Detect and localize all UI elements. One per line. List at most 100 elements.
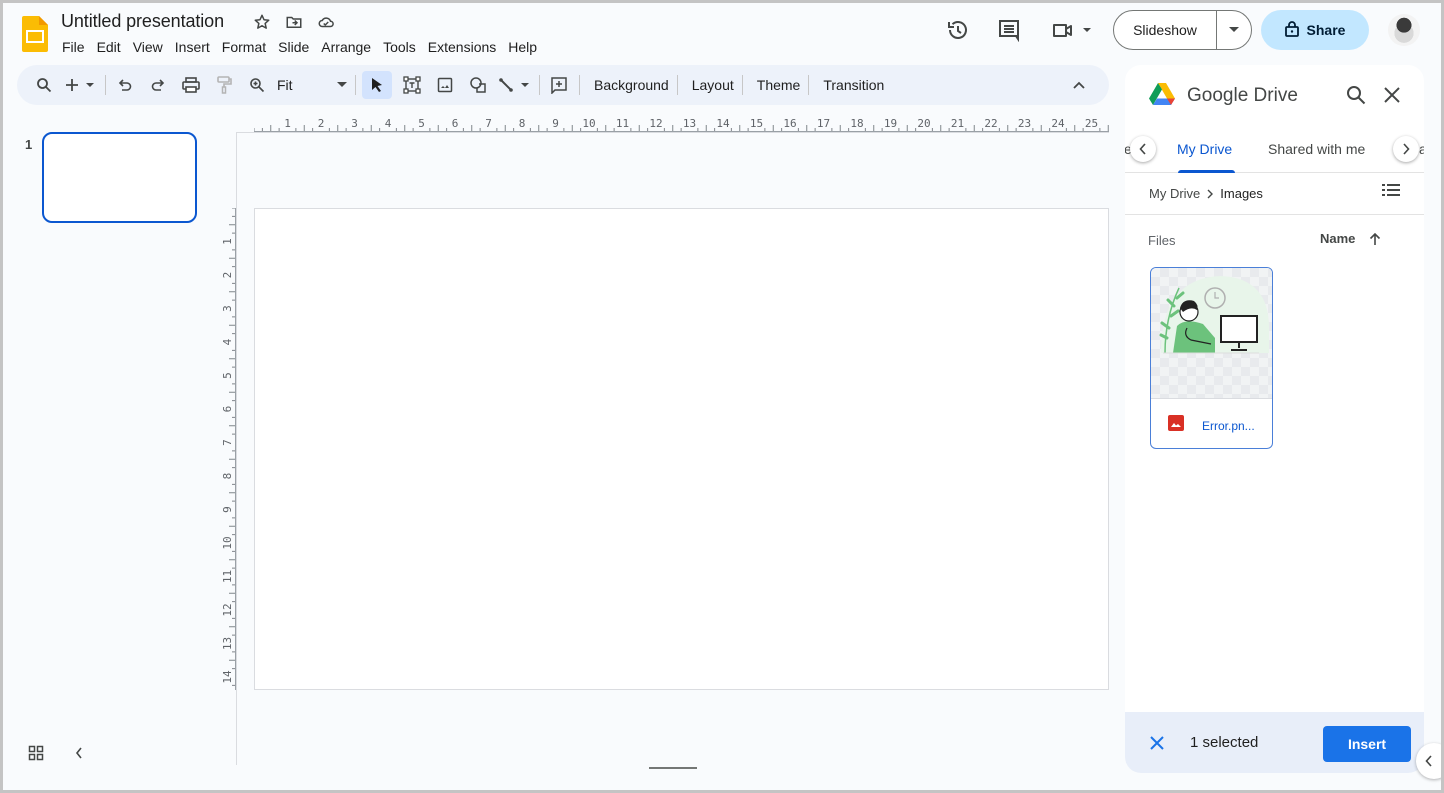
layout-button[interactable]: Layout: [684, 77, 742, 93]
tab-partial-right[interactable]: a: [1419, 141, 1424, 157]
cloud-saved-icon[interactable]: [316, 12, 336, 32]
slides-logo-icon[interactable]: [22, 16, 48, 52]
menu-tools[interactable]: Tools: [377, 37, 422, 58]
breadcrumb-images: Images: [1220, 186, 1263, 201]
menu-slide[interactable]: Slide: [272, 37, 315, 58]
add-comment-icon[interactable]: [546, 71, 572, 99]
slideshow-dropdown-icon[interactable]: [1217, 27, 1251, 33]
slideshow-label[interactable]: Slideshow: [1114, 11, 1217, 49]
sort-label[interactable]: Name: [1320, 231, 1355, 246]
ruler-label: 15: [750, 117, 763, 130]
ruler-label: 7: [221, 439, 234, 446]
arrow-up-icon[interactable]: [1369, 232, 1381, 246]
ruler-label: 6: [452, 117, 459, 130]
ruler-label: 11: [616, 117, 629, 130]
search-icon[interactable]: [1345, 84, 1367, 106]
shape-icon[interactable]: [465, 71, 491, 99]
background-button[interactable]: Background: [586, 77, 677, 93]
ruler-label: 4: [221, 338, 234, 345]
filmstrip-divider[interactable]: [236, 132, 237, 765]
share-button[interactable]: Share: [1261, 10, 1369, 50]
menu-arrange[interactable]: Arrange: [315, 37, 377, 58]
insert-image-icon[interactable]: [432, 71, 458, 99]
undo-icon[interactable]: [112, 71, 138, 99]
ruler-label: 21: [951, 117, 964, 130]
print-icon[interactable]: [178, 71, 204, 99]
chevron-right-icon: [1207, 189, 1214, 198]
ruler-label: 10: [582, 117, 595, 130]
breadcrumb-my-drive[interactable]: My Drive: [1149, 186, 1200, 201]
zoom-select[interactable]: Fit: [277, 77, 347, 93]
ruler-label: 5: [221, 372, 234, 379]
ruler-label: 14: [221, 670, 234, 684]
select-cursor-icon[interactable]: [362, 71, 392, 99]
selection-count: 1 selected: [1190, 734, 1259, 751]
ruler-label: 9: [221, 506, 234, 513]
ruler-label: 17: [817, 117, 830, 130]
transition-button[interactable]: Transition: [815, 77, 892, 93]
breadcrumb: My Drive Images: [1149, 186, 1263, 201]
avatar[interactable]: [1388, 14, 1420, 46]
close-icon[interactable]: [1381, 84, 1403, 106]
list-view-icon[interactable]: [1381, 183, 1403, 201]
redo-icon[interactable]: [145, 71, 171, 99]
menu-help[interactable]: Help: [502, 37, 543, 58]
ruler-label: 12: [649, 117, 662, 130]
horizontal-ruler[interactable]: 1 2 3 4 5 6 7 8 9 10 11 12 13 14 15 16 17 18 19 20 21 22 23 24 2…: [254, 114, 1109, 132]
menu-format[interactable]: Format: [216, 37, 272, 58]
side-panel-toggle-icon[interactable]: [1416, 743, 1444, 779]
ruler-label: 25: [1085, 117, 1098, 130]
toolbar: Fit Background Layout Theme Transition: [17, 65, 1109, 105]
move-to-folder-icon[interactable]: [284, 12, 304, 32]
comments-icon[interactable]: [997, 18, 1021, 42]
text-box-icon[interactable]: [399, 71, 425, 99]
tab-my-drive[interactable]: My Drive: [1177, 141, 1232, 157]
meet-icon[interactable]: [1051, 18, 1093, 42]
version-history-icon[interactable]: [946, 18, 970, 42]
zoom-icon[interactable]: [244, 71, 270, 99]
sort-control[interactable]: Name: [1320, 231, 1381, 246]
google-drive-panel: Google Drive e My Drive Shared with me a…: [1125, 65, 1424, 773]
insert-button[interactable]: Insert: [1323, 726, 1411, 762]
vertical-ruler[interactable]: 1234567891011121314: [218, 208, 236, 690]
selection-action-bar: 1 selected Insert: [1125, 712, 1424, 773]
tabs-scroll-left-icon[interactable]: [1130, 136, 1156, 162]
grid-view-icon[interactable]: [28, 745, 44, 766]
ruler-label: 1: [284, 117, 291, 130]
menu-view[interactable]: View: [127, 37, 169, 58]
theme-button[interactable]: Theme: [749, 77, 809, 93]
slide-canvas[interactable]: [254, 208, 1109, 690]
star-icon[interactable]: [252, 12, 272, 32]
toolbar-divider: [579, 75, 580, 95]
menu-insert[interactable]: Insert: [169, 37, 216, 58]
slide-thumbnail[interactable]: [42, 132, 197, 223]
ruler-label: 4: [385, 117, 392, 130]
collapse-filmstrip-icon[interactable]: [74, 746, 84, 765]
file-card[interactable]: Error.pn...: [1150, 267, 1273, 449]
menu-edit[interactable]: Edit: [91, 37, 127, 58]
ruler-label: 13: [221, 637, 234, 650]
speaker-notes-handle[interactable]: [649, 767, 697, 769]
slideshow-button[interactable]: Slideshow: [1113, 10, 1252, 50]
ruler-label: 5: [418, 117, 425, 130]
collapse-toolbar-icon[interactable]: [1069, 75, 1089, 95]
toolbar-divider: [741, 75, 743, 95]
ruler-label: 1: [221, 238, 234, 245]
toolbar-divider: [676, 75, 678, 95]
file-name[interactable]: Error.pn...: [1202, 419, 1255, 433]
tabs-scroll-right-icon[interactable]: [1393, 136, 1419, 162]
toolbar-divider: [539, 75, 540, 95]
search-menus-icon[interactable]: [31, 71, 57, 99]
document-title[interactable]: Untitled presentation: [61, 11, 224, 32]
clear-selection-icon[interactable]: [1147, 733, 1167, 753]
files-section-label: Files: [1148, 233, 1176, 248]
menu-file[interactable]: File: [56, 37, 91, 58]
paint-format-icon[interactable]: [211, 71, 237, 99]
ruler-label: 18: [850, 117, 863, 130]
line-icon[interactable]: [498, 71, 532, 99]
new-slide-icon[interactable]: [64, 71, 98, 99]
ruler-label: 9: [552, 117, 559, 130]
menu-extensions[interactable]: Extensions: [422, 37, 502, 58]
tab-shared-with-me[interactable]: Shared with me: [1268, 141, 1365, 157]
toolbar-divider: [808, 75, 810, 95]
